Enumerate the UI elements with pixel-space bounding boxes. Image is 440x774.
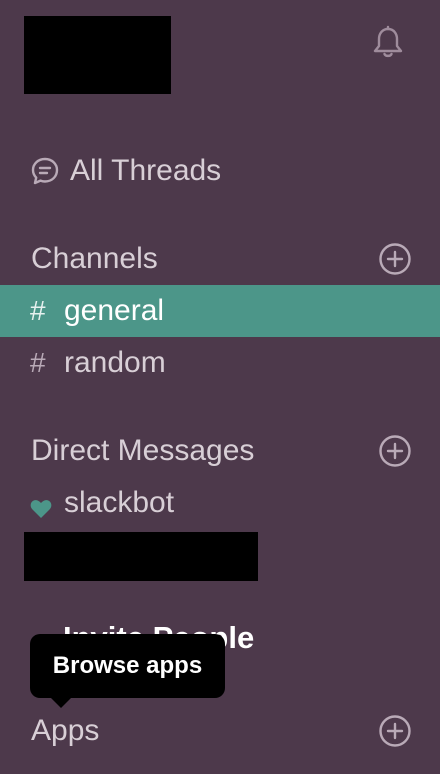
apps-header-label: Apps [31, 714, 100, 747]
hash-icon: # [30, 347, 46, 378]
direct-messages-header-label: Direct Messages [31, 434, 255, 467]
all-threads-label: All Threads [70, 154, 222, 187]
hash-icon: # [30, 295, 46, 326]
channel-item-general[interactable]: # general [0, 285, 440, 337]
direct-messages-header[interactable]: Direct Messages [0, 427, 440, 475]
dm-label: slackbot [64, 486, 175, 519]
channel-label: random [64, 346, 166, 379]
add-direct-message-icon[interactable] [378, 434, 412, 468]
channels-header[interactable]: Channels [0, 235, 440, 283]
dm-item-redacted[interactable] [24, 532, 258, 581]
channel-label: general [64, 294, 165, 327]
threads-icon [30, 156, 60, 186]
add-channel-icon[interactable] [378, 242, 412, 276]
heart-icon [30, 493, 52, 518]
channels-header-label: Channels [31, 242, 158, 275]
browse-apps-tooltip: Browse apps [30, 634, 225, 698]
sidebar: All Threads Channels # general # random … [0, 0, 440, 774]
all-threads-item[interactable]: All Threads [0, 145, 440, 197]
channel-item-random[interactable]: # random [0, 337, 440, 389]
workspace-name-redacted[interactable] [24, 16, 171, 94]
dm-item-slackbot[interactable]: slackbot [0, 477, 440, 529]
bell-icon[interactable] [370, 24, 406, 60]
apps-header[interactable]: Apps [0, 707, 440, 755]
add-app-icon[interactable] [378, 714, 412, 748]
